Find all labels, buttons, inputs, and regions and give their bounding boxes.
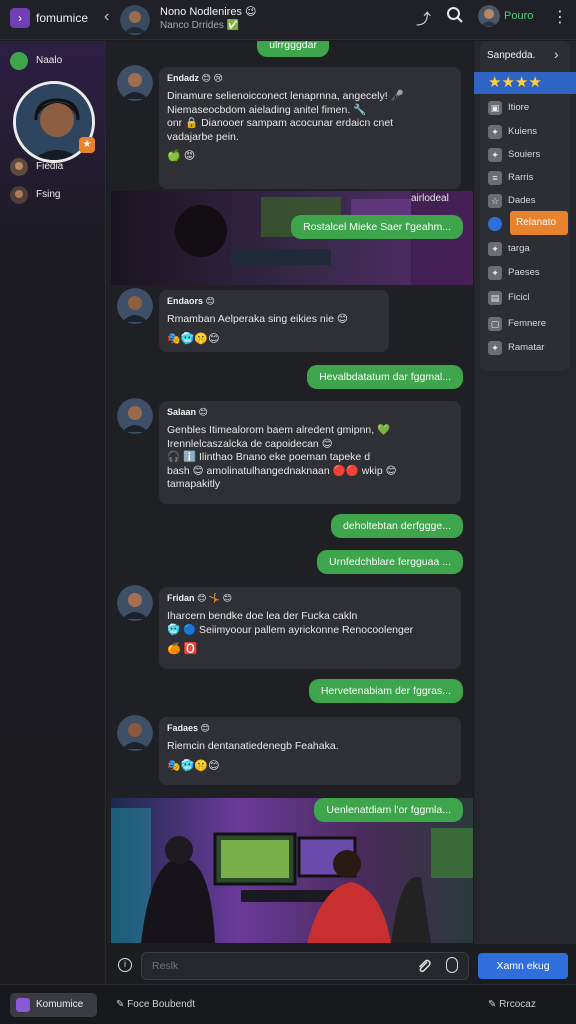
incoming-message: Salaan 😊 Genbles Itimealorom baem alrede… [159,401,461,504]
message-reactions[interactable]: 🍊 🅾️ [167,642,453,655]
message-text: Riemcin dentanatiedenegb Feahaka. [167,740,339,752]
panel-item-label: Dades [508,195,536,206]
send-button[interactable]: Xamn ekug [478,953,568,979]
message-avatar[interactable] [117,288,153,324]
user-avatar[interactable] [478,5,500,27]
outgoing-message: deholtebtan derfggge... [330,514,463,538]
gear-icon: ✦ [488,125,502,139]
sidebar-item-label: Naalo [36,55,63,66]
panel-item-active[interactable]: Relanato [510,211,568,235]
user-name[interactable]: Pouro [504,10,533,22]
panel-item-label: Ramatar [508,342,545,353]
gear-icon: ✦ [488,266,502,280]
panel-item-label: Paeses [508,267,540,278]
lock-icon: ▣ [488,101,502,115]
message-text: Genbles Itimealorom baem alredent gmipnn… [167,424,397,490]
incoming-message: Endaors 😊 Rmamban Aelperaka sing eikies … [159,290,389,352]
outgoing-message: ulrrgggdar [257,41,329,57]
mic-icon[interactable] [446,957,458,973]
message-text: Iharcern bendke doe lea der Fucka cakln … [167,610,414,636]
chat-thread[interactable]: ulrrgggdar Endadz 😊 😢 Dinamure selienoic… [107,41,473,943]
incoming-message: Fridan 😊 🤸 😊 Iharcern bendke doe lea der… [159,587,461,669]
star-icon: ☆ [488,194,502,208]
image-icon: ▢ [488,317,502,331]
sidebar-item-label: Fiedia [36,161,64,172]
gear-icon: ✦ [488,148,502,162]
bell-icon [488,217,502,231]
message-sender: Fridan 😊 🤸 😊 [167,593,232,603]
bottom-bar: Komumice ✎ Foce Boubendt ✎ Rrcocaz [0,984,576,1024]
message-reactions[interactable]: 🎭🥶🤫😊 [167,332,381,345]
message-avatar[interactable] [117,65,153,101]
incoming-message: Endadz 😊 😢 Dinamure selienoicconect lena… [159,67,461,189]
panel-item-label: Rarris [508,172,534,183]
chat-icon [10,52,28,70]
avatar-icon [10,186,28,204]
message-text: Dinamure selienoicconect lenaprnna, ange… [167,90,404,143]
message-sender: Endaors 😊 [167,296,215,306]
doc-icon: ▤ [488,291,502,305]
incoming-message: Fadaes 😊 Riemcin dentanatiedenegb Feahak… [159,717,461,785]
top-bar: › fomumice ‹ Nono Nodlenires 😉 Nanco Drr… [0,0,576,40]
profile-badge-icon: ★ [79,137,95,153]
panel-item-label: Souiers [508,149,541,160]
edit-link[interactable]: ✎ Foce Boubendt [116,999,195,1010]
info-icon[interactable]: i [118,958,132,972]
chat-subtitle: Nanco Drrides ✅ [160,20,240,31]
app-switcher-button[interactable]: Komumice [10,993,97,1017]
left-sidebar: Naalo ★ Fiedia Fsing [0,41,106,984]
pen-link-label: Rrcocaz [499,999,536,1010]
app-logo-icon [16,998,30,1012]
chat-avatar[interactable] [120,5,150,35]
avatar-icon [10,158,28,176]
photo-caption: airlodeal [411,193,449,204]
message-reactions[interactable]: 🍏 😡 [167,149,453,162]
pen-link[interactable]: ✎ Rrcocaz [488,999,536,1010]
message-sender: Endadz 😊 😢 [167,73,223,83]
chat-title: Nono Nodlenires 😉 [160,6,257,18]
outgoing-message: Hervetenabiam der fggras... [308,679,463,703]
gear-icon: ✦ [488,242,502,256]
message-avatar[interactable] [117,585,153,621]
panel-item-label: Itiore [508,102,530,113]
panel-title: Sanpedda. [487,50,536,61]
message-avatar[interactable] [117,715,153,751]
right-panel: Sanpedda. › ★★★★ ▣ Itiore ✦ Kuiens ✦ Sou… [474,41,576,984]
gear-icon: ✦ [488,341,502,355]
rating-stars[interactable]: ★★★★ [474,72,576,94]
message-avatar[interactable] [117,398,153,434]
message-reactions[interactable]: 🎭🥶🤫😊 [167,759,453,772]
outgoing-message: Hevalbdatatum dar fggmal... [307,365,463,389]
message-text: Rmamban Aelperaka sing eikies nie 😊 [167,313,348,325]
app-switcher-label: Komumice [36,999,84,1010]
search-icon[interactable] [446,6,464,24]
message-sender: Fadaes 😊 [167,723,210,733]
edit-link-label: Foce Boubendt [127,999,195,1010]
outgoing-message: Urnfedchblare fergguaa ... [317,550,463,574]
message-sender: Salaan 😊 [167,407,208,417]
outgoing-message: Rostalcel Mieke Saer f'geahm... [291,215,463,239]
chevron-right-icon[interactable]: › [554,46,559,62]
panel-item-label: Femnere [508,318,547,329]
list-icon: ≡ [488,171,502,185]
panel-item-label: Kuiens [508,126,538,137]
outgoing-message: Uenlenatdiam l'or fggmla... [314,798,463,822]
app-logo-icon[interactable]: › [10,8,30,28]
panel-item-label: targa [508,243,530,254]
attach-icon[interactable] [416,958,432,974]
panel-item-label: Ficicl [508,292,530,303]
app-name: fomumice [36,11,89,25]
sidebar-item-label: Fsing [36,189,61,200]
more-icon[interactable]: ⋮ [552,7,568,27]
back-chevron-icon[interactable]: ‹ [104,8,109,26]
share-icon[interactable]: ⤴ [416,8,431,29]
